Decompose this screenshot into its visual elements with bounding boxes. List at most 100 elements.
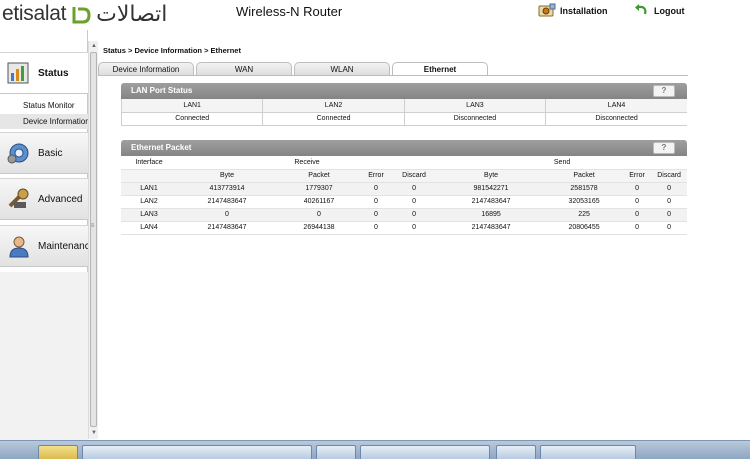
interface-cell: LAN3 (121, 208, 177, 222)
eth-sub-header-row: Byte Packet Error Discard Byte Packet Er… (121, 169, 688, 183)
taskbar-button[interactable] (496, 445, 536, 459)
table-cell: 0 (391, 221, 438, 235)
table-cell: 2581578 (545, 182, 624, 196)
scroll-up-arrow-icon[interactable]: ▲ (90, 42, 98, 51)
receive-header: Receive (177, 156, 438, 170)
table-cell: 0 (391, 182, 438, 196)
table-cell: 0 (391, 195, 438, 209)
lan-port-header-cell: LAN3 (403, 99, 546, 113)
nav-status-label: Status (38, 67, 69, 79)
nav-status[interactable]: Status (0, 52, 88, 94)
lan-port-value-row: Connected Connected Disconnected Disconn… (120, 112, 687, 126)
lan-port-header-cell: LAN4 (545, 99, 687, 113)
table-cell: 26944138 (277, 221, 361, 235)
table-cell: 225 (545, 208, 624, 222)
maintenance-user-icon (9, 236, 29, 258)
table-cell: 413773914 (177, 182, 277, 196)
table-row: LAN4 2147483647 26944138 0 0 2147483647 … (121, 221, 688, 235)
table-cell: 20806455 (545, 221, 624, 235)
logout-link[interactable]: Logout (632, 3, 685, 18)
logo-text-en: etisalat (2, 2, 67, 25)
etisalat-mark-icon (72, 7, 91, 24)
table-cell: 2147483647 (437, 195, 546, 209)
sidebar: Status Status Monitor Device Information… (0, 30, 88, 440)
installation-link[interactable]: Installation (538, 3, 608, 18)
lan-port-status-cell: Connected (262, 112, 405, 126)
lan-port-status-title: LAN Port Status (131, 86, 193, 95)
eth-sub-header-cell: Byte (177, 169, 277, 183)
table-cell: 0 (623, 208, 652, 222)
lan-port-help-button[interactable]: ? (653, 85, 675, 97)
lan-port-status-cell: Disconnected (403, 112, 546, 126)
eth-sub-header-cell: Error (623, 169, 652, 183)
status-chart-icon (7, 62, 29, 84)
ethernet-packet-title: Ethernet Packet (131, 143, 192, 152)
taskbar-button[interactable] (38, 445, 78, 459)
sidebar-empty-area (0, 272, 88, 440)
router-admin-window: etisalat اتصالات Wireless-N Router Insta… (0, 0, 750, 459)
etisalat-logo[interactable]: etisalat اتصالات (2, 0, 167, 28)
table-row: LAN3 0 0 0 0 16895 225 0 0 (121, 208, 688, 222)
table-cell: 0 (623, 195, 652, 209)
sidebar-item-device-information[interactable]: Device Information (0, 114, 88, 129)
table-cell: 32053165 (545, 195, 624, 209)
nav-maintenance[interactable]: Maintenance (0, 225, 88, 267)
table-cell: 981542271 (437, 182, 546, 196)
table-cell: 0 (651, 195, 688, 209)
logout-label: Logout (654, 5, 685, 16)
router-title: Wireless-N Router (236, 4, 343, 19)
tab-wan[interactable]: WAN (196, 62, 292, 76)
header-bar: etisalat اتصالات Wireless-N Router Insta… (0, 0, 750, 30)
eth-sub-header-cell: Packet (277, 169, 361, 183)
interface-cell: LAN2 (121, 195, 177, 209)
lan-port-header-row: LAN1 LAN2 LAN3 LAN4 (120, 99, 687, 113)
scroll-down-arrow-icon[interactable]: ▼ (90, 429, 98, 438)
sidebar-scrollbar[interactable]: ▲ ≡ ▼ (88, 41, 98, 439)
table-row: LAN2 2147483647 40261167 0 0 2147483647 … (121, 195, 688, 209)
logo-text-ar: اتصالات (96, 1, 168, 27)
taskbar-button[interactable] (540, 445, 636, 459)
taskbar (0, 440, 750, 459)
lan-port-header-cell: LAN2 (262, 99, 405, 113)
nav-basic[interactable]: Basic (0, 132, 88, 174)
taskbar-button[interactable] (360, 445, 490, 459)
interface-cell: LAN4 (121, 221, 177, 235)
lan-port-status-header: LAN Port Status ? (121, 83, 687, 99)
ethernet-packet-header: Ethernet Packet ? (121, 140, 687, 156)
table-cell: 2147483647 (177, 221, 277, 235)
table-row: LAN1 413773914 1779307 0 0 981542271 258… (121, 182, 688, 196)
table-cell: 0 (361, 221, 391, 235)
sidebar-item-status-monitor[interactable]: Status Monitor (0, 98, 88, 113)
interface-cell: LAN1 (121, 182, 177, 196)
lan-port-header-cell: LAN1 (120, 99, 263, 113)
table-cell: 1779307 (277, 182, 361, 196)
table-cell: 2147483647 (177, 195, 277, 209)
tab-divider (98, 75, 688, 76)
installation-label: Installation (560, 5, 608, 16)
table-cell: 0 (623, 182, 652, 196)
lan-port-status-panel: LAN Port Status ? LAN1 LAN2 LAN3 LAN4 Co… (120, 83, 687, 126)
taskbar-button[interactable] (316, 445, 356, 459)
ethernet-packet-panel: Ethernet Packet ? Interface Receive Send… (121, 140, 688, 235)
table-cell: 0 (391, 208, 438, 222)
send-header: Send (437, 156, 688, 170)
table-cell: 0 (361, 208, 391, 222)
tab-wlan[interactable]: WLAN (294, 62, 390, 76)
logout-arrow-icon (635, 4, 647, 15)
tab-ethernet[interactable]: Ethernet (392, 62, 488, 76)
scroll-thumb[interactable] (90, 52, 97, 427)
nav-advanced-label: Advanced (38, 193, 83, 205)
table-cell: 40261167 (277, 195, 361, 209)
table-cell: 0 (361, 195, 391, 209)
tab-device-information[interactable]: Device Information (98, 62, 194, 76)
ethernet-packet-table: Interface Receive Send Byte Packet Error… (121, 156, 688, 235)
eth-sub-header-cell: Error (361, 169, 391, 183)
nav-advanced[interactable]: Advanced (0, 178, 88, 220)
table-cell: 0 (651, 221, 688, 235)
taskbar-button[interactable] (82, 445, 312, 459)
ethernet-packet-help-button[interactable]: ? (653, 142, 675, 154)
eth-sub-header-cell: Discard (651, 169, 688, 183)
table-cell: 0 (361, 182, 391, 196)
table-cell: 0 (277, 208, 361, 222)
table-cell: 0 (623, 221, 652, 235)
